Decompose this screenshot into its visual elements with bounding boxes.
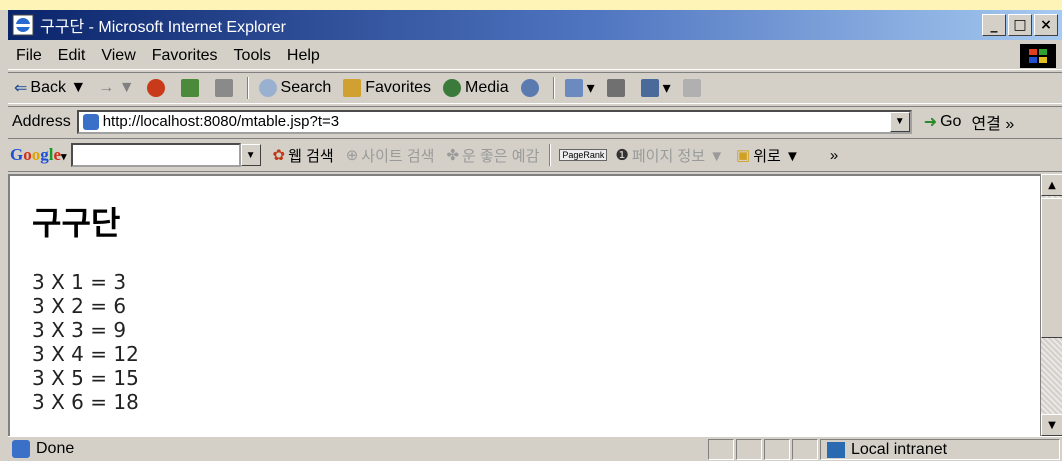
site-search-button[interactable]: ⊕ 사이트 검색 <box>346 145 435 166</box>
google-search-dropdown[interactable]: ▼ <box>240 144 261 166</box>
scroll-thumb[interactable] <box>1041 198 1062 338</box>
menu-favorites[interactable]: Favorites <box>144 47 226 65</box>
back-button[interactable]: ⇐ Back ▼ <box>8 78 92 98</box>
windows-logo-icon <box>1020 44 1056 68</box>
status-panel <box>708 439 734 460</box>
table-line: 3 X 1 = 3 <box>32 270 127 294</box>
google-toolbar: Google▾ ▼ ✿ 웹 검색 ⊕ 사이트 검색 ✤ 운 좋은 예감 Page… <box>8 138 1062 172</box>
status-panel <box>792 439 818 460</box>
minimize-button[interactable]: _ <box>982 14 1006 36</box>
lucky-icon: ✤ <box>446 147 460 164</box>
home-button[interactable] <box>209 79 243 97</box>
status-panel <box>736 439 762 460</box>
address-dropdown-button[interactable]: ▼ <box>889 111 910 132</box>
mail-icon <box>564 79 583 97</box>
window-title: 구구단 - Microsoft Internet Explorer <box>40 19 287 36</box>
history-icon <box>520 79 539 97</box>
status-text: Done <box>36 440 75 457</box>
media-icon <box>443 79 462 97</box>
page-info-button[interactable]: ❶ 페이지 정보 ▼ <box>615 145 724 166</box>
intranet-icon <box>827 441 845 458</box>
table-line: 3 X 2 = 6 <box>32 294 127 318</box>
info-icon: ❶ <box>615 147 629 164</box>
background-strip <box>0 0 1062 10</box>
search-icon <box>258 79 277 97</box>
table-line: 3 X 4 = 12 <box>32 342 139 366</box>
title-bar[interactable]: 구구단 - Microsoft Internet Explorer _ □ × <box>8 10 1062 40</box>
toolbar-separator <box>549 144 552 166</box>
refresh-icon <box>180 79 199 97</box>
back-arrow-icon: ⇐ <box>14 80 28 97</box>
site-search-icon: ⊕ <box>345 147 359 164</box>
google-more-button[interactable]: » <box>830 147 838 164</box>
forward-button[interactable]: → ▼ <box>92 79 140 97</box>
google-search-input[interactable] <box>70 143 241 167</box>
web-search-button[interactable]: ✿ 웹 검색 <box>273 145 334 166</box>
close-button[interactable]: × <box>1034 14 1058 36</box>
table-line: 3 X 6 = 18 <box>32 390 139 414</box>
pagerank-indicator[interactable]: PageRank <box>559 149 611 161</box>
history-button[interactable] <box>515 79 549 97</box>
favorites-icon <box>343 79 362 97</box>
google-search-icon: ✿ <box>272 147 286 164</box>
scroll-down-button[interactable]: ▼ <box>1041 414 1062 436</box>
menu-help[interactable]: Help <box>279 47 328 65</box>
page-icon <box>82 113 99 130</box>
multiplication-table: 3 X 1 = 3 3 X 2 = 6 3 X 3 = 9 3 X 4 = 12… <box>32 270 139 414</box>
print-button[interactable] <box>601 79 635 97</box>
go-arrow-icon: ➜ <box>923 113 938 131</box>
status-bar: Done Local intranet <box>8 436 1062 461</box>
browser-window: 구구단 - Microsoft Internet Explorer _ □ × … <box>0 0 1062 461</box>
discuss-icon <box>682 79 701 97</box>
menu-tools[interactable]: Tools <box>226 47 279 65</box>
ie-icon <box>12 14 34 36</box>
toolbar-separator <box>246 77 249 99</box>
menu-bar: File Edit View Favorites Tools Help <box>8 42 1062 70</box>
table-line: 3 X 3 = 9 <box>32 318 127 342</box>
pagerank-tag: PageRank <box>559 149 608 161</box>
discuss-button[interactable] <box>677 79 711 97</box>
print-icon <box>606 79 625 97</box>
links-label[interactable]: 연결 » <box>971 110 1014 134</box>
search-button[interactable]: Search <box>253 79 338 97</box>
vertical-scrollbar[interactable]: ▲ ▼ <box>1040 174 1062 436</box>
maximize-button[interactable]: □ <box>1008 14 1032 36</box>
lucky-button[interactable]: ✤ 운 좋은 예감 <box>446 145 539 166</box>
standard-toolbar: ⇐ Back ▼ → ▼ Search Favorites Media ▾ ▾ <box>8 72 1062 104</box>
media-button[interactable]: Media <box>437 79 515 97</box>
up-button[interactable]: ▣ 위로 ▼ <box>736 145 800 166</box>
stop-icon <box>146 79 165 97</box>
table-line: 3 X 5 = 15 <box>32 366 139 390</box>
stop-button[interactable] <box>141 79 175 97</box>
scroll-up-button[interactable]: ▲ <box>1041 174 1062 196</box>
go-button[interactable]: ➜ Go <box>924 112 962 132</box>
refresh-button[interactable] <box>175 79 209 97</box>
edit-button[interactable]: ▾ <box>635 78 677 98</box>
page-status-icon <box>12 440 30 458</box>
home-icon <box>214 79 233 97</box>
folder-up-icon: ▣ <box>736 147 751 164</box>
menu-edit[interactable]: Edit <box>50 47 94 65</box>
address-url: http://localhost:8080/mtable.jsp?t=3 <box>102 113 340 130</box>
mail-button[interactable]: ▾ <box>559 78 601 98</box>
page-heading: 구구단 <box>32 204 121 242</box>
google-logo[interactable]: Google▾ <box>10 145 67 165</box>
security-zone: Local intranet <box>820 439 1060 460</box>
toolbar-separator <box>552 77 555 99</box>
address-bar: Address http://localhost:8080/mtable.jsp… <box>8 106 1062 136</box>
favorites-button[interactable]: Favorites <box>337 79 437 97</box>
menu-view[interactable]: View <box>93 47 143 65</box>
page-content: 구구단 3 X 1 = 3 3 X 2 = 6 3 X 3 = 9 3 X 4 … <box>8 174 1040 436</box>
edit-icon <box>640 79 659 97</box>
status-panel <box>764 439 790 460</box>
address-input[interactable]: http://localhost:8080/mtable.jsp?t=3 ▼ <box>76 109 912 134</box>
menu-file[interactable]: File <box>8 47 50 65</box>
address-label: Address <box>12 112 71 130</box>
